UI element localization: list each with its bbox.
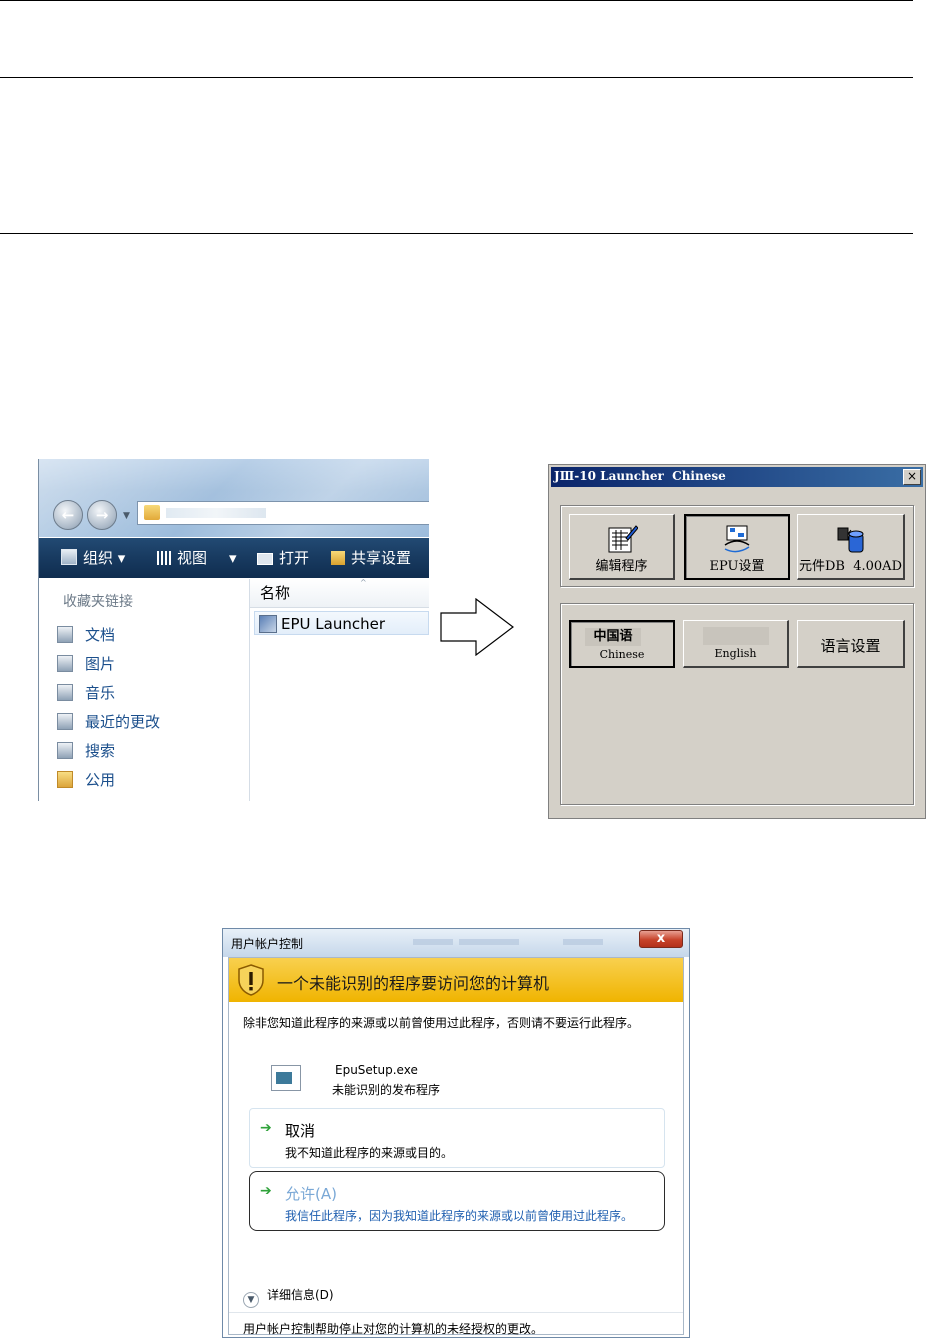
language-settings-button[interactable]: 语言设置	[797, 620, 905, 668]
file-list-pane: 名称 ^ EPU Launcher	[250, 578, 429, 801]
program-name: EpuSetup.exe	[335, 1063, 418, 1077]
favorite-links-heading: 收藏夹链接	[63, 594, 133, 610]
folder-icon	[144, 505, 160, 520]
sidebar-item-recent-changes[interactable]: 最近的更改	[57, 711, 160, 733]
file-item-epu-launcher[interactable]: EPU Launcher	[254, 611, 429, 635]
language-chinese-button[interactable]: 中国语 Chinese	[569, 620, 675, 668]
sidebar-item-search[interactable]: 搜索	[57, 740, 115, 762]
pictures-icon	[57, 655, 73, 672]
rule-3	[0, 233, 913, 234]
uac-body: 一个未能识别的程序要访问您的计算机 除非您知道此程序的来源或以前曾使用过此程序，…	[228, 957, 684, 1336]
share-settings-button[interactable]: 共享设置	[331, 538, 411, 578]
music-icon	[57, 684, 73, 701]
sort-indicator-icon: ^	[360, 578, 367, 587]
sidebar-item-pictures[interactable]: 图片	[57, 653, 115, 675]
allow-description: 我信任此程序，因为我知道此程序的来源或以前曾使用过此程序。	[285, 1209, 634, 1223]
footer-separator	[229, 1312, 683, 1313]
english-label: English	[714, 647, 757, 660]
cancel-option[interactable]: ➔ 取消 我不知道此程序的来源或目的。	[249, 1108, 665, 1168]
open-button[interactable]: 打开	[257, 538, 309, 578]
organize-button[interactable]: 组织 ▾	[61, 538, 125, 578]
uac-dialog: 用户帐户控制 x 一个未能识别的程序要访问您的计算机 除非您知道此程序的来源或以…	[222, 928, 690, 1338]
public-folder-icon	[57, 771, 73, 788]
launcher-title-bar: JⅢ-10 Launcher Chinese ×	[551, 467, 923, 487]
views-button[interactable]: 视图	[157, 538, 207, 578]
uac-warning-banner: 一个未能识别的程序要访问您的计算机	[229, 958, 683, 1002]
sidebar-item-music[interactable]: 音乐	[57, 682, 115, 704]
favorite-links-pane: 收藏夹链接 文档 图片 音乐 最近的更改 搜索 公用	[39, 579, 250, 801]
uac-close-button[interactable]: x	[639, 930, 683, 948]
uac-window-title: 用户帐户控制	[231, 937, 304, 951]
views-icon	[157, 551, 171, 565]
explorer-window: ← → ▼ 组织 ▾ 视图 ▾ 打开 共享设置 收藏夹链接 文档 图片 音乐 最…	[38, 459, 429, 801]
shield-warning-icon	[238, 964, 264, 996]
top-rule	[0, 0, 913, 1]
allow-arrow-icon: ➔	[260, 1183, 272, 1199]
parts-db-icon	[837, 527, 863, 553]
edit-program-button[interactable]: 编辑程序	[569, 514, 675, 580]
explorer-title-area: ← → ▼	[39, 459, 429, 537]
organize-icon	[61, 549, 77, 565]
history-dropdown-icon[interactable]: ▼	[123, 511, 130, 521]
back-button[interactable]: ←	[53, 500, 83, 530]
chinese-label-cn: 中国语	[585, 628, 641, 646]
open-icon	[257, 553, 273, 565]
address-path-blurred	[166, 508, 266, 518]
documents-icon	[57, 626, 73, 643]
cancel-arrow-icon: ➔	[260, 1120, 272, 1136]
parts-db-button[interactable]: 元件DB 4.00AD	[797, 514, 905, 580]
share-icon	[331, 551, 345, 565]
cancel-title: 取消	[285, 1122, 316, 1140]
explorer-toolbar: 组织 ▾ 视图 ▾ 打开 共享设置	[39, 538, 429, 578]
sidebar-item-documents[interactable]: 文档	[57, 624, 115, 646]
english-label-blank	[703, 627, 769, 645]
program-icon	[271, 1065, 301, 1091]
epu-setup-button[interactable]: EPU设置	[684, 514, 790, 580]
launcher-title: JⅢ-10 Launcher Chinese	[554, 469, 726, 483]
forward-button[interactable]: →	[87, 500, 117, 530]
details-toggle[interactable]: ▼ 详细信息(D)	[243, 1286, 334, 1308]
launcher-close-button[interactable]: ×	[903, 469, 921, 485]
views-dropdown-icon[interactable]: ▾	[229, 538, 237, 578]
rule-2	[0, 77, 913, 78]
back-arrow-icon: ←	[61, 506, 75, 524]
edit-program-icon	[608, 525, 638, 553]
uac-banner-text: 一个未能识别的程序要访问您的计算机	[277, 974, 550, 993]
epu-setup-icon	[724, 525, 750, 553]
right-arrow-icon	[440, 598, 514, 656]
chinese-label-en: Chinese	[599, 648, 645, 661]
allow-title: 允许(A)	[285, 1185, 337, 1203]
cancel-description: 我不知道此程序的来源或目的。	[285, 1146, 454, 1160]
name-column-header[interactable]: 名称 ^	[250, 578, 429, 608]
chevron-down-icon: ▼	[243, 1292, 259, 1308]
sidebar-item-public[interactable]: 公用	[57, 769, 115, 791]
language-english-button[interactable]: English	[683, 620, 789, 668]
allow-option[interactable]: ➔ 允许(A) 我信任此程序，因为我知道此程序的来源或以前曾使用过此程序。	[249, 1171, 665, 1231]
search-folder-icon	[57, 742, 73, 759]
shortcut-icon	[259, 615, 277, 633]
address-bar[interactable]	[137, 501, 429, 525]
uac-footer-text: 用户帐户控制帮助停止对您的计算机的未经授权的更改。	[243, 1322, 544, 1336]
uac-description: 除非您知道此程序的来源或以前曾使用过此程序，否则请不要运行此程序。	[243, 1016, 640, 1030]
uac-title-bar: 用户帐户控制 x	[223, 929, 689, 957]
launcher-window: JⅢ-10 Launcher Chinese × 编辑程序 EPU设置 元件DB…	[548, 464, 926, 819]
program-publisher: 未能识别的发布程序	[332, 1083, 441, 1097]
forward-arrow-icon: →	[95, 506, 109, 524]
recent-changes-icon	[57, 713, 73, 730]
